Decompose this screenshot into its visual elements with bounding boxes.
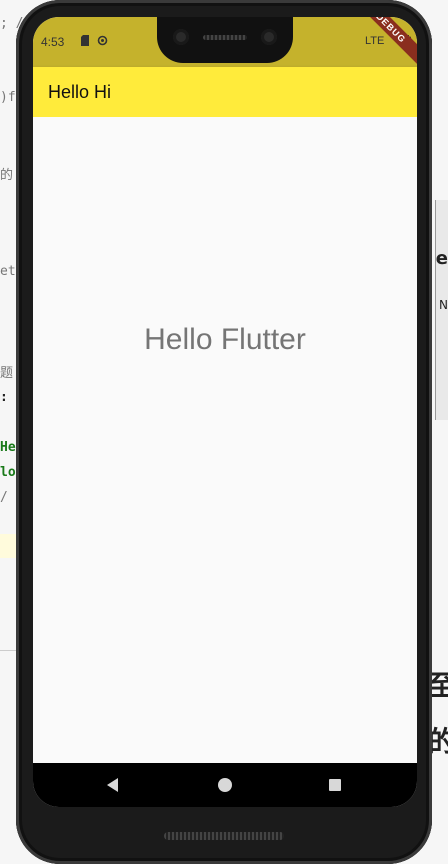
ide-code-line: 的 <box>0 168 14 183</box>
app-body <box>33 117 417 763</box>
back-icon[interactable] <box>103 775 123 795</box>
phone-frame: 4:53 LTE DEBUG Hello Hi Hello Flutter <box>16 0 432 864</box>
ide-code-line: )f <box>0 90 16 105</box>
bottom-speaker <box>164 832 284 840</box>
app-bar: Hello Hi <box>33 67 417 117</box>
navigation-bar <box>33 763 417 807</box>
ide-right-glyph: e <box>435 248 448 269</box>
camera-notch <box>157 17 293 63</box>
earpiece-speaker <box>203 35 247 40</box>
phone-screen: 4:53 LTE DEBUG Hello Hi Hello Flutter <box>33 17 417 807</box>
network-type: LTE <box>365 35 385 47</box>
ide-code-line: / <box>0 490 8 505</box>
recents-icon[interactable] <box>325 775 345 795</box>
sync-icon <box>97 35 108 46</box>
ide-right-glyph: N <box>439 298 448 312</box>
app-bar-title: Hello Hi <box>48 82 112 102</box>
front-camera-icon <box>173 29 189 45</box>
ide-code-line: 题 <box>0 366 14 381</box>
home-icon[interactable] <box>215 775 235 795</box>
status-time: 4:53 <box>41 35 65 49</box>
ide-code-line: He <box>0 440 16 455</box>
ide-code-line: : <box>0 390 8 405</box>
front-camera-icon <box>261 29 277 45</box>
ide-code-line: lo <box>0 465 16 480</box>
sd-card-icon <box>80 35 91 46</box>
hello-text: Hello Flutter <box>144 323 306 356</box>
ide-code-line: et <box>0 264 16 279</box>
